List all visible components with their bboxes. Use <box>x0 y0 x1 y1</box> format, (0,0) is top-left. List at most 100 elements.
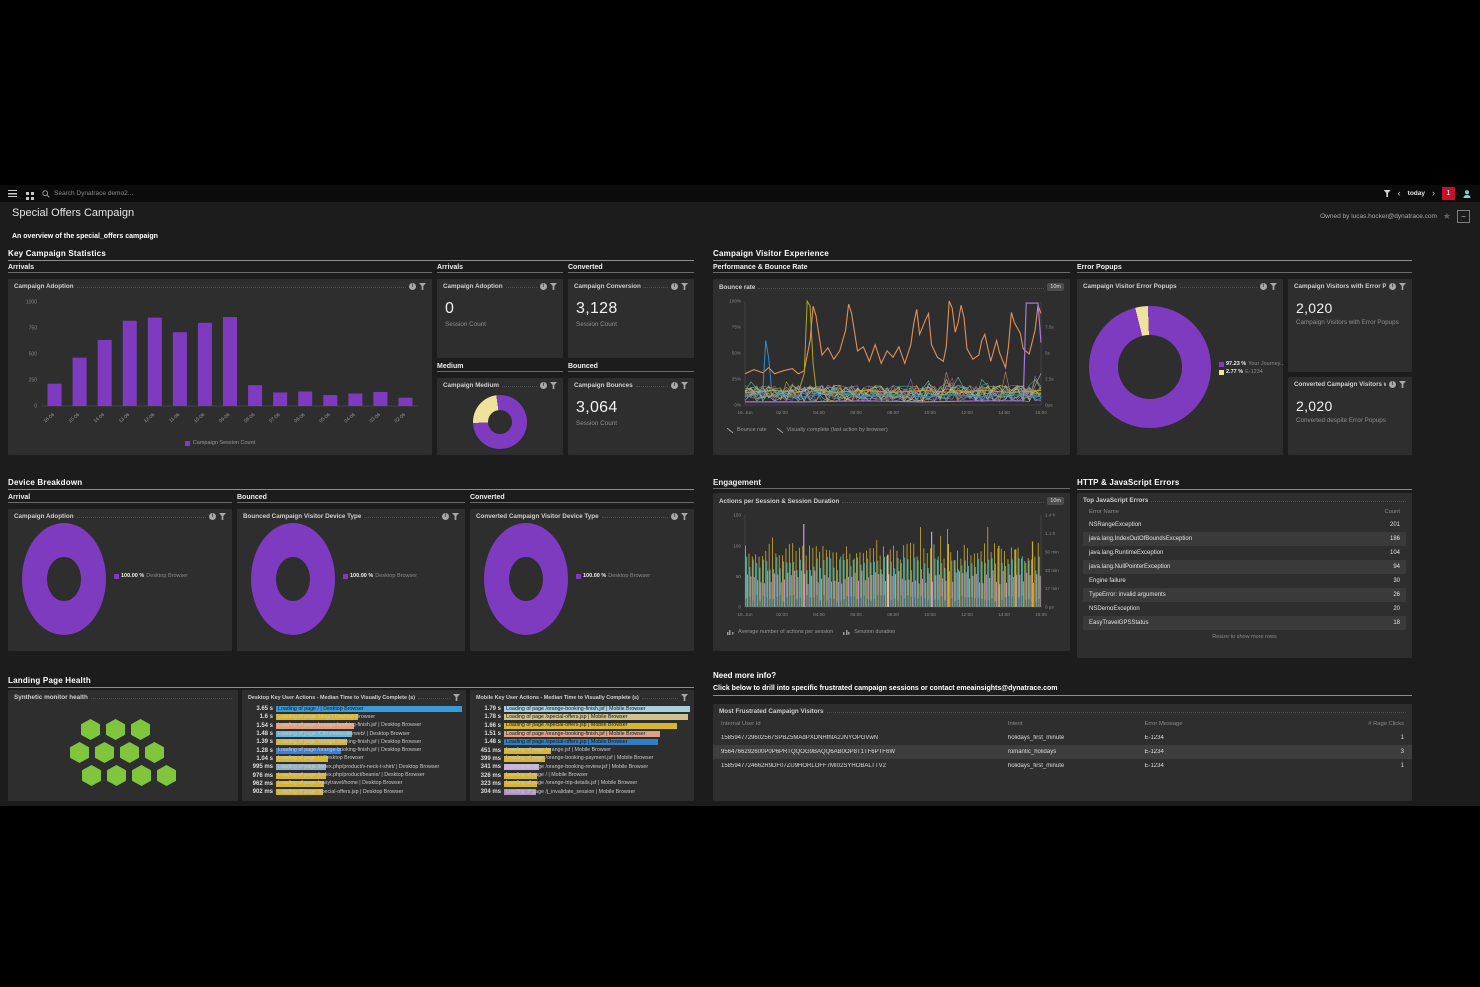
column-internal-user-id[interactable]: Internal User Id <box>721 721 1008 727</box>
info-icon[interactable] <box>1389 381 1396 388</box>
key-user-action-row[interactable]: 399 msLoading of page /orange-booking-pa… <box>474 755 690 763</box>
info-icon[interactable] <box>540 382 547 389</box>
synthetic-monitor-hexagon[interactable] <box>82 765 101 786</box>
filter-icon[interactable] <box>1384 190 1391 197</box>
info-icon[interactable] <box>1389 283 1396 290</box>
campaign-adoption-bar-chart[interactable]: 0250500750100016-0615-0614-0613-0612-061… <box>14 292 426 438</box>
key-user-action-row[interactable]: 323 msLoading of page /orange-trip-detai… <box>474 780 690 788</box>
key-user-action-row[interactable]: 1.04 sLoading of page / | Desktop Browse… <box>246 755 462 763</box>
filter-icon[interactable] <box>219 513 226 520</box>
action-bar-track: Loading of page /orange-booking-payment.… <box>504 755 690 762</box>
frustrated-visitor-row[interactable]: 1585947724662R9DF07ZU9HORLOFF7MI02SYHOBA… <box>713 759 1412 773</box>
error-table-row[interactable]: java.lang.NullPointerException94 <box>1083 560 1406 574</box>
filter-icon[interactable] <box>681 513 688 520</box>
key-user-action-row[interactable]: 326 msLoading of page / | Mobile Browser <box>474 771 690 779</box>
synthetic-monitor-hexagon[interactable] <box>70 742 89 763</box>
key-user-action-row[interactable]: 1.54 sLoading of page /orange-booking-fi… <box>246 722 462 730</box>
bounce-rate-line-chart[interactable]: 100%75%50%25%0%7.5s5s2.5s0µs16. Jun02:00… <box>719 293 1064 425</box>
key-user-action-row[interactable]: 902 msLoading of page /special-offers.js… <box>246 788 462 796</box>
key-user-action-row[interactable]: 3.65 sLoading of page / | Desktop Browse… <box>246 705 462 713</box>
info-icon[interactable] <box>209 513 216 520</box>
key-user-action-row[interactable]: 341 msLoading of page /orange-booking-re… <box>474 763 690 771</box>
column-count[interactable]: Count <box>1385 509 1400 515</box>
column-error-name[interactable]: Error Name <box>1089 509 1119 515</box>
info-icon[interactable] <box>671 283 678 290</box>
frustrated-visitor-row[interactable]: 9564766292600P0P6PRTQQOG9BAQQ6AB0OP8T1TF… <box>713 745 1412 759</box>
collapse-button[interactable] <box>1457 210 1470 223</box>
campaign-medium-donut[interactable] <box>473 395 527 449</box>
synthetic-monitor-hexagon[interactable] <box>132 765 151 786</box>
key-user-action-row[interactable]: 1.48 sLoading of page /special-offers.js… <box>474 738 690 746</box>
filter-icon[interactable] <box>452 513 459 520</box>
key-user-action-row[interactable]: 1.66 sLoading of page /special-offers.js… <box>474 722 690 730</box>
filter-icon[interactable] <box>681 694 688 701</box>
synthetic-monitor-hexagon[interactable] <box>95 742 114 763</box>
error-table-row[interactable]: java.lang.IndexOutOfBoundsException186 <box>1083 532 1406 546</box>
key-user-action-row[interactable]: 304 msLoading of page /j_invalidate_sess… <box>474 788 690 796</box>
synthetic-monitor-hexagon[interactable] <box>131 719 150 740</box>
error-table-row[interactable]: java.lang.RuntimeException104 <box>1083 546 1406 560</box>
key-user-action-row[interactable]: 1.39 sLoading of page /orange-booking-fi… <box>246 738 462 746</box>
resolution-badge[interactable]: 10m <box>1047 497 1064 505</box>
error-table-row[interactable]: TypeError: invalid arguments26 <box>1083 588 1406 602</box>
error-table-row[interactable]: Engine failure30 <box>1083 574 1406 588</box>
synthetic-monitor-hexagon[interactable] <box>145 742 164 763</box>
filter-icon[interactable] <box>550 283 557 290</box>
action-label: Loading of page /orange-booking-finish.j… <box>506 706 645 713</box>
key-user-action-row[interactable]: 962 msLoading of page /easytravel/home |… <box>246 780 462 788</box>
info-icon[interactable] <box>671 513 678 520</box>
frustrated-visitor-row[interactable]: 1585947729602567SPBZ5MAdPXDNHfhtA2JNYOPG… <box>713 731 1412 745</box>
global-search[interactable]: Search Dynatrace demo2... <box>42 190 133 198</box>
resolution-badge[interactable]: 10m <box>1047 283 1064 291</box>
key-user-action-row[interactable]: 995 msLoading of page /index.php/product… <box>246 763 462 771</box>
synthetic-monitor-hexagon[interactable] <box>81 719 100 740</box>
error-table-row[interactable]: NSRangeException201 <box>1083 518 1406 532</box>
user-icon[interactable] <box>1462 189 1472 199</box>
key-user-action-row[interactable]: 976 msLoading of page /index.php/product… <box>246 771 462 779</box>
info-icon[interactable] <box>540 283 547 290</box>
error-table-row[interactable]: EasyTravelGPSStatus18 <box>1083 616 1406 630</box>
info-icon[interactable] <box>442 513 449 520</box>
filter-icon[interactable] <box>1399 381 1406 388</box>
error-table-row[interactable]: NSDemoException20 <box>1083 602 1406 616</box>
column-error-message[interactable]: Error Message <box>1144 721 1308 727</box>
info-icon[interactable] <box>409 283 416 290</box>
column-rage-clicks[interactable]: # Rage Clicks <box>1308 721 1404 727</box>
problems-badge[interactable]: 1 <box>1442 187 1455 200</box>
error-popups-donut[interactable] <box>1089 306 1211 428</box>
device-type-donut[interactable] <box>22 523 106 635</box>
filter-icon[interactable] <box>419 283 426 290</box>
synthetic-monitor-hexagon[interactable] <box>107 765 126 786</box>
key-user-action-row[interactable]: 1.48 sLoading of page /Citrix/netscalerw… <box>246 730 462 738</box>
synthetic-monitor-hexagon[interactable] <box>157 765 176 786</box>
column-intent[interactable]: Intent <box>1008 721 1145 727</box>
desktop-key-user-actions-tile: Desktop Key User Actions - Median Time t… <box>242 690 466 801</box>
engagement-bar-chart[interactable]: 1501005001.4 h1.1 h50 min33 min17 min0 µ… <box>719 507 1064 627</box>
favorite-star-icon[interactable]: ★ <box>1443 211 1451 222</box>
tile-title: Top JavaScript Errors <box>1083 497 1148 504</box>
key-user-action-row[interactable]: 1.51 sLoading of page /orange-booking-fi… <box>474 730 690 738</box>
info-icon[interactable] <box>1260 283 1267 290</box>
synthetic-monitor-hexagon[interactable] <box>106 719 125 740</box>
filter-icon[interactable] <box>681 382 688 389</box>
timeframe-forward-icon[interactable]: › <box>1432 189 1435 198</box>
filter-icon[interactable] <box>453 694 460 701</box>
key-user-action-row[interactable]: 1.28 sLoading of page /orange-booking-fi… <box>246 746 462 754</box>
info-icon[interactable] <box>671 382 678 389</box>
filter-icon[interactable] <box>1270 283 1277 290</box>
timeframe-back-icon[interactable]: ‹ <box>1398 189 1401 198</box>
device-type-donut[interactable] <box>484 523 568 635</box>
device-type-donut[interactable] <box>251 523 335 635</box>
key-user-action-row[interactable]: 451 msLoading of page /orange.jsf | Mobi… <box>474 746 690 754</box>
tile-title: Actions per Session & Session Duration <box>719 498 839 505</box>
key-user-action-row[interactable]: 1.79 sLoading of page /orange-booking-fi… <box>474 705 690 713</box>
dashboards-grid-icon[interactable] <box>26 192 29 195</box>
synthetic-monitor-hexagon[interactable] <box>120 742 139 763</box>
key-user-action-row[interactable]: 1.6 sLoading of page /blog/ | Desktop Br… <box>246 713 462 721</box>
menu-icon[interactable] <box>8 190 17 197</box>
key-user-action-row[interactable]: 1.78 sLoading of page /special-offers.js… <box>474 713 690 721</box>
filter-icon[interactable] <box>681 283 688 290</box>
timeframe-label[interactable]: today <box>1408 190 1425 197</box>
filter-icon[interactable] <box>1399 283 1406 290</box>
filter-icon[interactable] <box>550 382 557 389</box>
